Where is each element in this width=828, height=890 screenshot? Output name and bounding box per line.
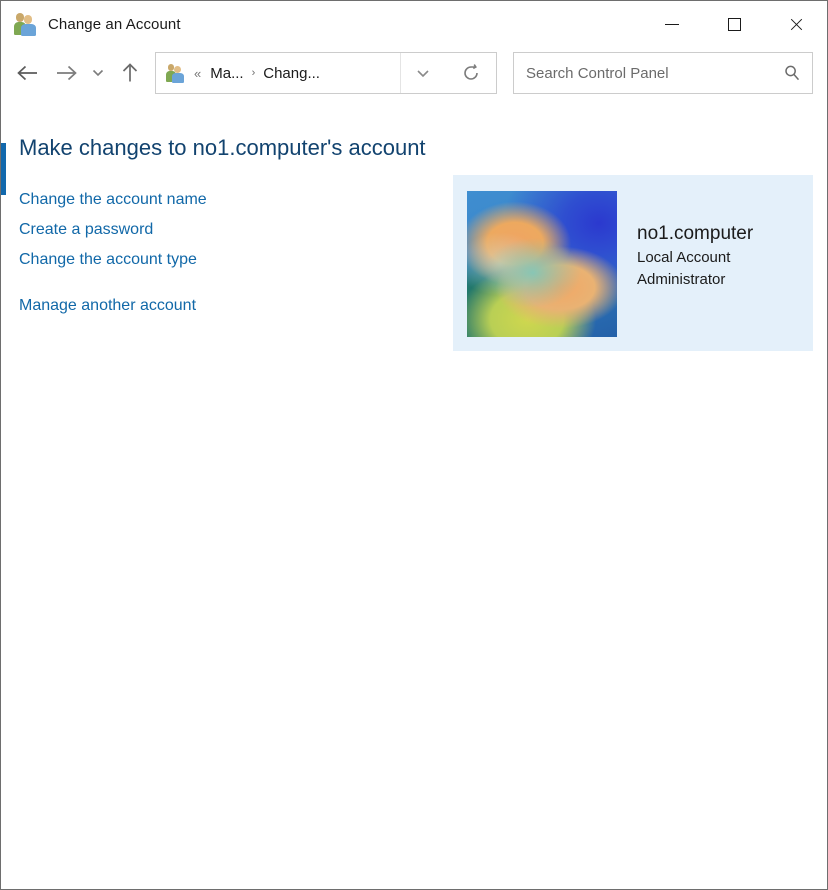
search-input[interactable] — [514, 64, 772, 82]
account-name: no1.computer — [637, 223, 754, 244]
manage-another-account-link[interactable]: Manage another account — [19, 291, 196, 321]
arrow-left-icon — [17, 65, 37, 81]
close-button[interactable] — [765, 1, 827, 47]
arrow-right-icon — [57, 65, 77, 81]
breadcrumb-overflow-icon[interactable]: « — [194, 66, 201, 81]
address-bar[interactable]: « Ma... › Chang... — [155, 52, 446, 94]
change-account-type-link[interactable]: Change the account type — [19, 245, 197, 275]
chevron-down-icon — [417, 70, 429, 78]
window-title: Change an Account — [48, 15, 181, 33]
breadcrumb-item-0[interactable]: Ma... — [210, 65, 243, 82]
close-icon — [789, 17, 804, 32]
up-button[interactable] — [111, 56, 149, 90]
window-controls — [641, 1, 827, 47]
page-title: Make changes to no1.computer's account — [19, 135, 426, 160]
breadcrumb-separator-icon: › — [251, 66, 256, 79]
account-role: Administrator — [637, 271, 726, 288]
create-password-link[interactable]: Create a password — [19, 215, 153, 245]
breadcrumb[interactable]: « Ma... › Chang... — [156, 53, 400, 93]
refresh-icon — [463, 64, 478, 80]
minimize-icon — [665, 23, 679, 25]
search-icon — [785, 65, 800, 81]
change-an-account-window: Change an Account « Ma... › Chang... Sea… — [0, 0, 828, 890]
account-type: Local Account — [637, 249, 731, 266]
account-summary-panel: no1.computer Local Account Administrator — [453, 175, 813, 351]
address-dropdown-button[interactable] — [400, 53, 445, 93]
account-avatar — [467, 191, 617, 337]
title-bar: Change an Account — [1, 1, 827, 47]
search-box[interactable] — [513, 52, 813, 94]
search-button[interactable] — [772, 64, 812, 82]
navigation-bar: « Ma... › Chang... — [1, 47, 827, 99]
user-accounts-icon — [14, 12, 38, 36]
user-accounts-icon — [166, 63, 186, 83]
maximize-icon — [727, 17, 741, 31]
content-area: Make changes to no1.computer's account C… — [1, 99, 827, 889]
navigation-accent-bar — [1, 143, 6, 195]
arrow-up-icon — [122, 63, 138, 82]
chevron-down-icon — [92, 69, 104, 77]
forward-button[interactable] — [47, 56, 85, 90]
change-account-name-link[interactable]: Change the account name — [19, 185, 207, 215]
refresh-button[interactable] — [445, 52, 497, 94]
maximize-button[interactable] — [703, 1, 765, 47]
minimize-button[interactable] — [641, 1, 703, 47]
account-details: no1.computer Local Account Administrator — [637, 221, 753, 291]
back-button[interactable] — [9, 56, 47, 90]
task-link-list: Change the account name Create a passwor… — [19, 185, 207, 321]
recent-locations-button[interactable] — [85, 56, 111, 90]
breadcrumb-item-1[interactable]: Chang... — [263, 65, 320, 82]
